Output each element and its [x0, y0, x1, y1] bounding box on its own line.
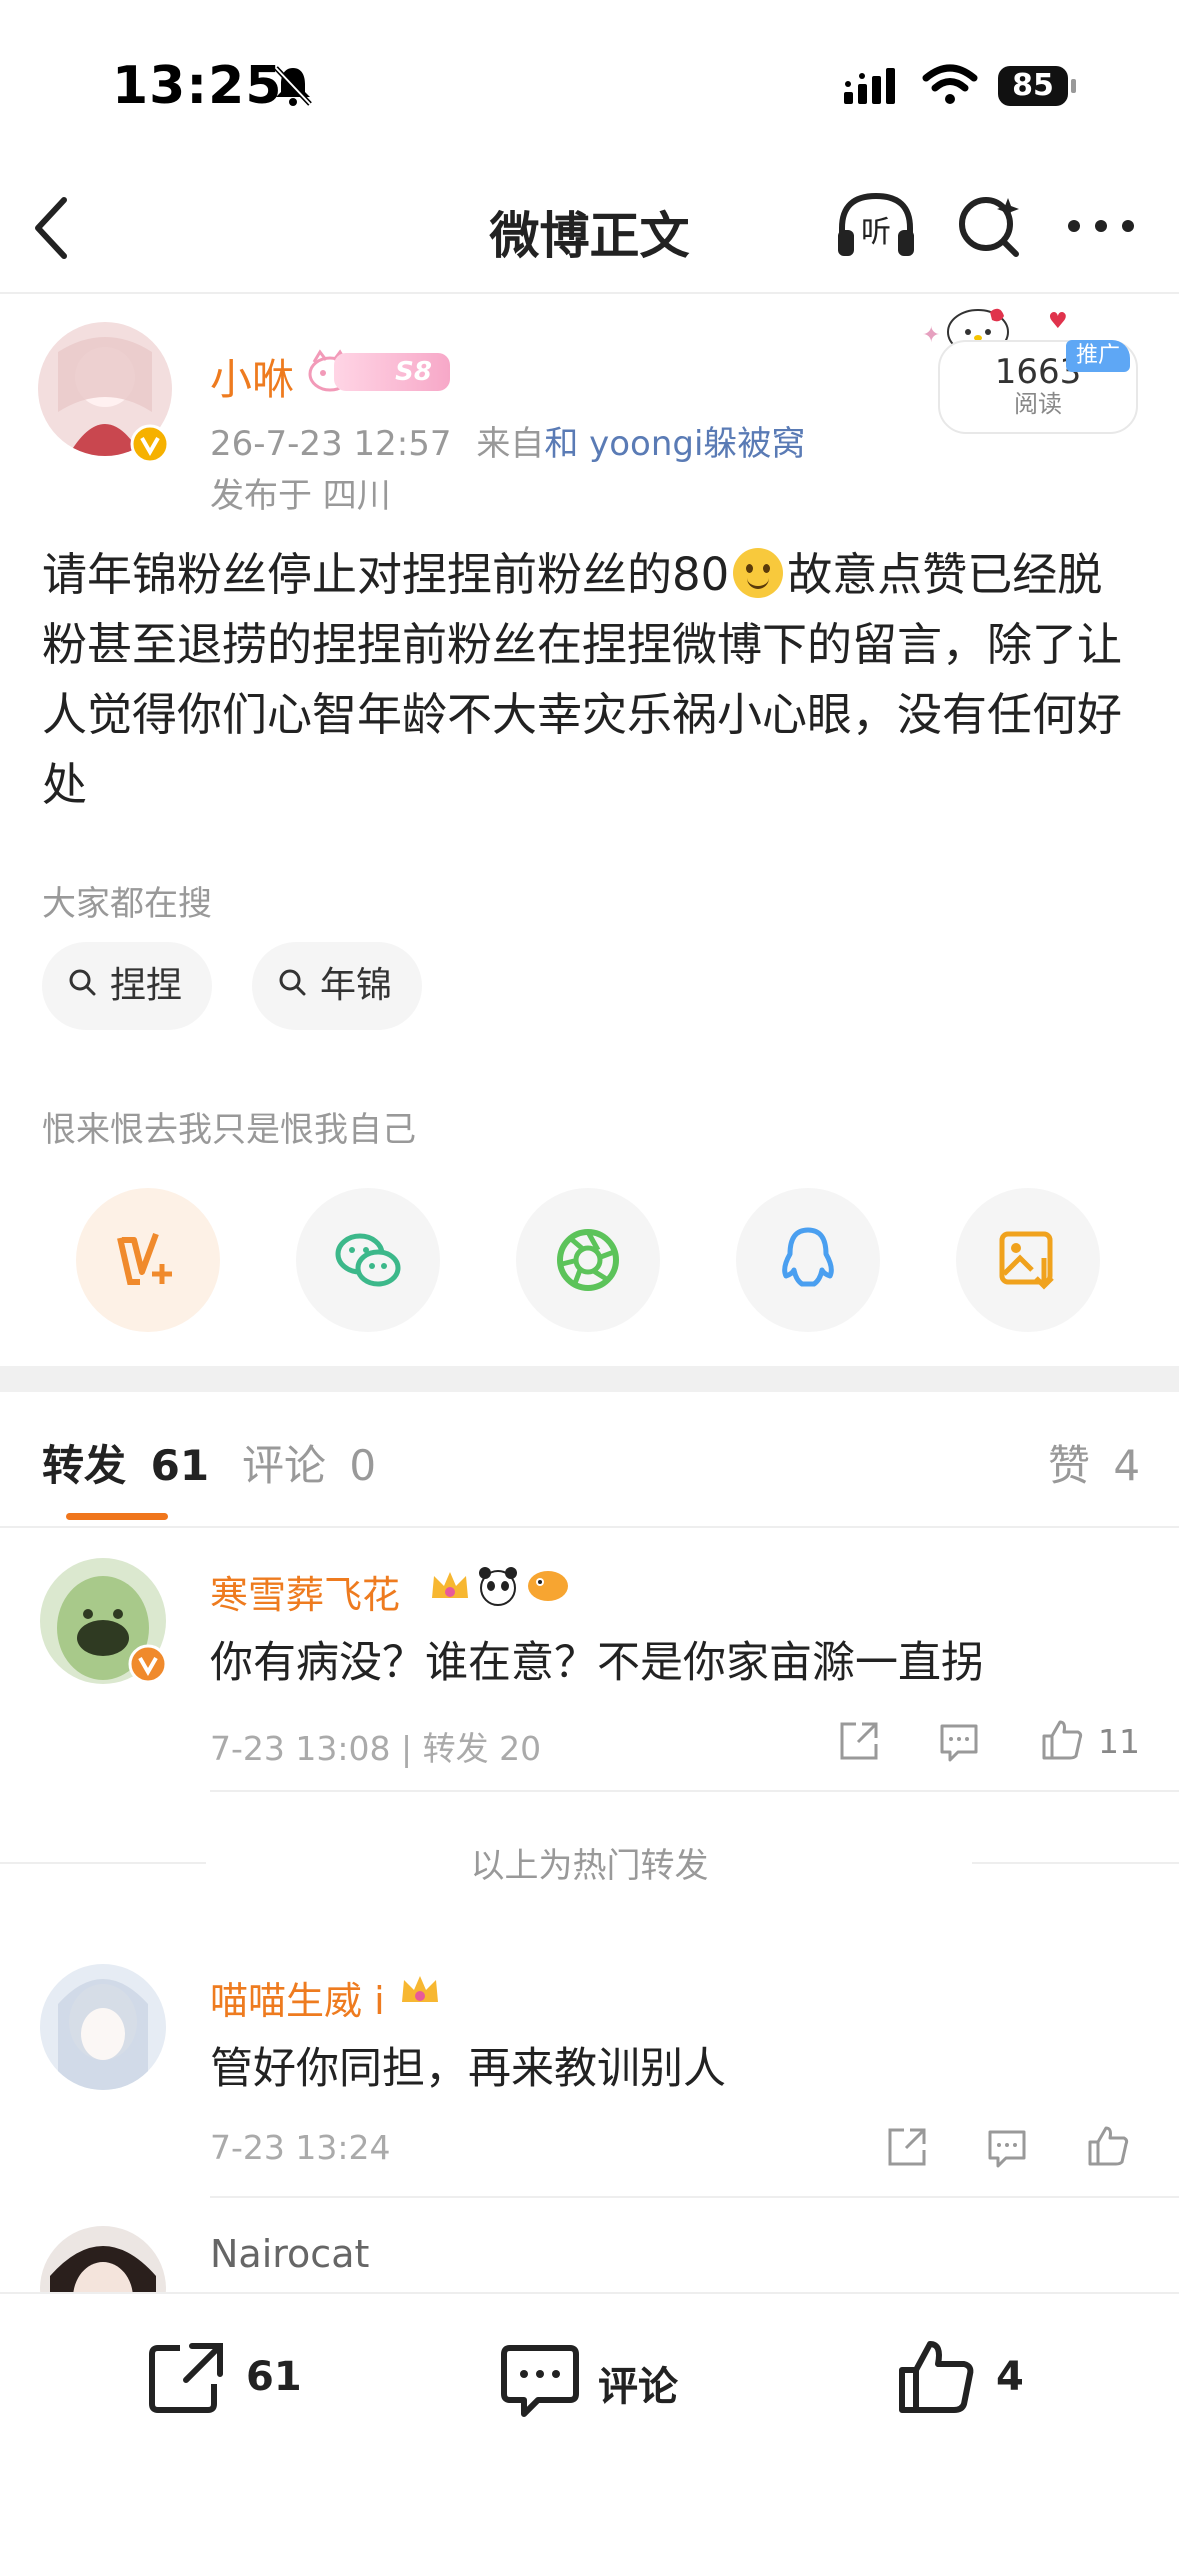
search-chip-nianjin[interactable]: 年锦 — [252, 942, 423, 1030]
tabs-divider — [0, 1526, 1179, 1528]
fish-badge-icon — [528, 1571, 568, 1601]
search-icon[interactable] — [956, 192, 1024, 260]
nav-divider — [0, 292, 1179, 294]
share-qq-button[interactable] — [736, 1188, 880, 1332]
read-label: 阅读 — [1014, 390, 1062, 418]
qq-penguin-icon — [782, 1227, 834, 1287]
battery-indicator: 85 — [998, 66, 1076, 106]
tab-likes[interactable]: 赞 4 — [1048, 1432, 1140, 1493]
hot-label-line-right — [972, 1862, 1179, 1864]
repost-share-icon[interactable] — [884, 2124, 930, 2170]
share-weibo-button[interactable] — [76, 1188, 220, 1332]
comment-icon — [501, 2345, 579, 2417]
weibo-v-plus-icon — [117, 1232, 172, 1285]
search-chip-label: 年锦 — [320, 965, 393, 1006]
bottom-repost-count: 61 — [246, 2354, 302, 2400]
bottom-action-bar: 61 评论 4 — [0, 2292, 1179, 2558]
tab-reposts-count: 61 — [150, 1441, 210, 1490]
member-level-badge: S8 — [334, 353, 450, 391]
search-icon — [69, 969, 96, 996]
post-body: 请年锦粉丝停止对捏捏前粉丝的80 故意点赞已经脱粉甚至退捞的捏捏前粉丝在捏捏微博下… — [42, 540, 1142, 820]
repost-author-name[interactable]: 寒雪葬飞花 — [210, 1564, 400, 1619]
share-save-image-button[interactable] — [956, 1188, 1100, 1332]
post-source-prefix: 来自 — [476, 424, 545, 464]
repost-divider — [210, 1790, 1179, 1792]
smile-emoji-icon — [733, 548, 784, 598]
status-time: 13:25 — [112, 56, 283, 116]
post-location: 发布于 四川 — [210, 476, 391, 516]
mute-bell-icon — [274, 66, 312, 106]
listen-headphone-icon[interactable]: 听 — [834, 190, 918, 260]
crown-badge-icon — [402, 1976, 438, 2002]
post-author-name[interactable]: 小咻 — [210, 346, 294, 407]
moments-aperture-icon — [557, 1229, 619, 1291]
search-icon — [279, 969, 306, 996]
repost-meta: 7-23 13:24 — [210, 2128, 391, 2167]
post-source-link[interactable]: 和 yoongi躲被窝 — [544, 424, 805, 464]
repost-avatar[interactable] — [40, 1964, 166, 2090]
search-chip-nienie[interactable]: 捏捏 — [42, 942, 213, 1030]
promote-badge[interactable]: 推广 — [1066, 340, 1131, 372]
share-caption: 恨来恨去我只是恨我自己 — [42, 1110, 416, 1150]
wifi-icon — [922, 64, 978, 104]
repost-author-name[interactable]: Nairocat — [210, 2232, 369, 2276]
tab-comments[interactable]: 评论 0 — [242, 1432, 376, 1493]
like-thumb-icon — [899, 2341, 974, 2413]
bottom-like-count: 4 — [996, 2354, 1024, 2400]
signal-icon — [844, 68, 895, 104]
wechat-icon — [335, 1233, 401, 1287]
repost-divider — [210, 2196, 1179, 2198]
repost-author-name[interactable]: 喵喵生威 i — [210, 1970, 385, 2025]
tab-likes-label: 赞 — [1048, 1441, 1091, 1490]
post-meta: 26-7-23 12:57 来自和 yoongi躲被窝 — [210, 416, 805, 465]
repost-share-icon[interactable] — [836, 1718, 882, 1764]
repost-text: 你有病没？谁在意？不是你家亩滁一直拐 — [210, 1638, 984, 1688]
search-chip-label: 捏捏 — [110, 965, 183, 1006]
post-timestamp: 26-7-23 12:57 — [210, 424, 452, 464]
share-moments-button[interactable] — [516, 1188, 660, 1332]
crown-badge-icon — [432, 1572, 468, 1598]
tab-reposts[interactable]: 转发 61 — [42, 1432, 209, 1493]
repost-icon — [149, 2343, 223, 2413]
verified-badge-icon — [128, 1644, 168, 1684]
tab-comments-count: 0 — [349, 1441, 377, 1490]
section-separator — [0, 1366, 1179, 1392]
repost-like-icon[interactable] — [1040, 1716, 1086, 1762]
trending-search-label: 大家都在搜 — [42, 884, 212, 924]
bottom-comment-label: 评论 — [598, 2364, 678, 2410]
panda-icon — [479, 1567, 517, 1606]
tab-reposts-label: 转发 — [42, 1441, 127, 1490]
tab-likes-count: 4 — [1113, 1441, 1141, 1490]
svg-text:✦: ✦ — [922, 323, 940, 348]
repost-meta: 7-23 13:08 | 转发 20 — [210, 1729, 542, 1768]
repost-like-count: 11 — [1098, 1722, 1140, 1761]
repost-like-icon[interactable] — [1086, 2122, 1132, 2168]
repost-text: 管好你同担，再来教训别人 — [210, 2044, 726, 2094]
svg-text:♥: ♥ — [1048, 309, 1068, 334]
repost-comment-icon[interactable] — [984, 2124, 1030, 2170]
save-image-icon — [999, 1231, 1054, 1290]
svg-text:听: 听 — [861, 215, 891, 250]
more-icon[interactable] — [1066, 216, 1136, 236]
repost-comment-icon[interactable] — [936, 1718, 982, 1764]
tab-comments-label: 评论 — [242, 1441, 327, 1490]
active-tab-underline — [66, 1513, 168, 1520]
share-wechat-button[interactable] — [296, 1188, 440, 1332]
verified-badge-icon — [130, 424, 170, 464]
post-text-part1: 请年锦粉丝停止对捏捏前粉丝的80 — [42, 548, 730, 601]
